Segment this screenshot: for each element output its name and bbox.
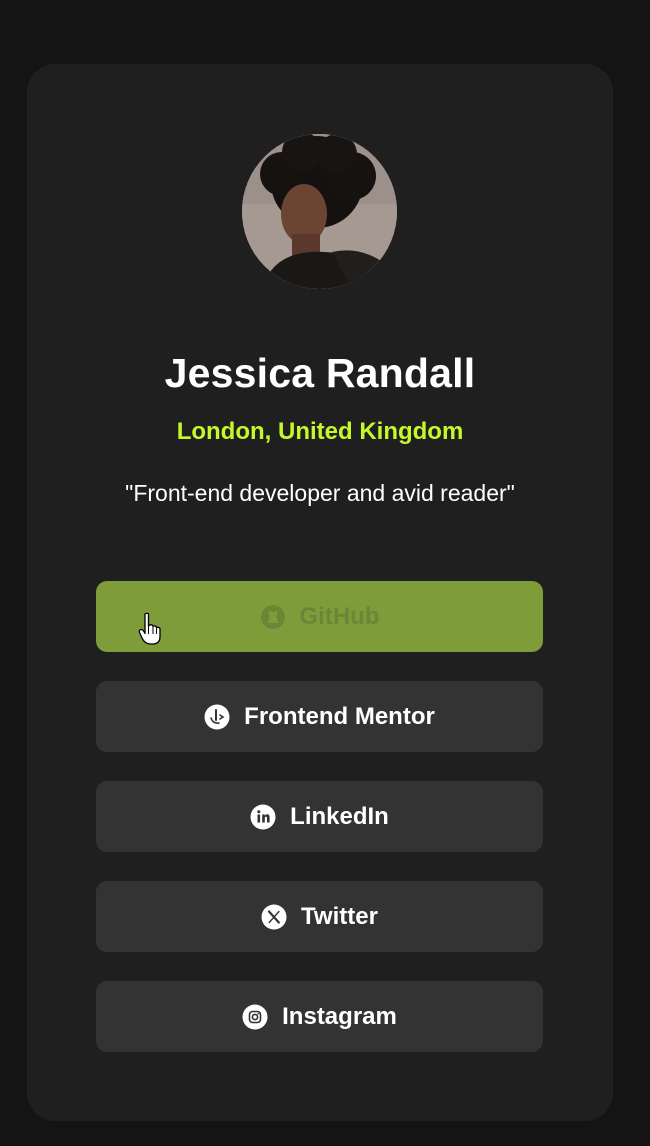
avatar [242,134,397,289]
twitter-link-label: Twitter [301,902,378,930]
github-icon [260,604,286,630]
linkedin-link-button[interactable]: LinkedIn [96,781,543,852]
frontend-mentor-icon [204,704,230,730]
instagram-icon [242,1004,268,1030]
linkedin-icon [250,804,276,830]
instagram-link-button[interactable]: Instagram [96,981,543,1052]
frontend-mentor-link-button[interactable]: Frontend Mentor [96,681,543,752]
x-icon [261,904,287,930]
hand-cursor-icon [138,612,164,646]
profile-bio: "Front-end developer and avid reader" [125,480,515,506]
instagram-link-label: Instagram [282,1002,397,1030]
twitter-link-button[interactable]: Twitter [96,881,543,952]
github-link-label: GitHub [299,602,380,630]
profile-location: London, United Kingdom [176,418,464,445]
social-links: GitHub Frontend Mentor LinkedIn Twitter … [96,581,543,1081]
frontend-mentor-link-label: Frontend Mentor [244,702,435,730]
profile-card: Jessica Randall London, United Kingdom "… [27,64,613,1121]
profile-name: Jessica Randall [164,350,476,396]
linkedin-link-label: LinkedIn [290,802,389,830]
